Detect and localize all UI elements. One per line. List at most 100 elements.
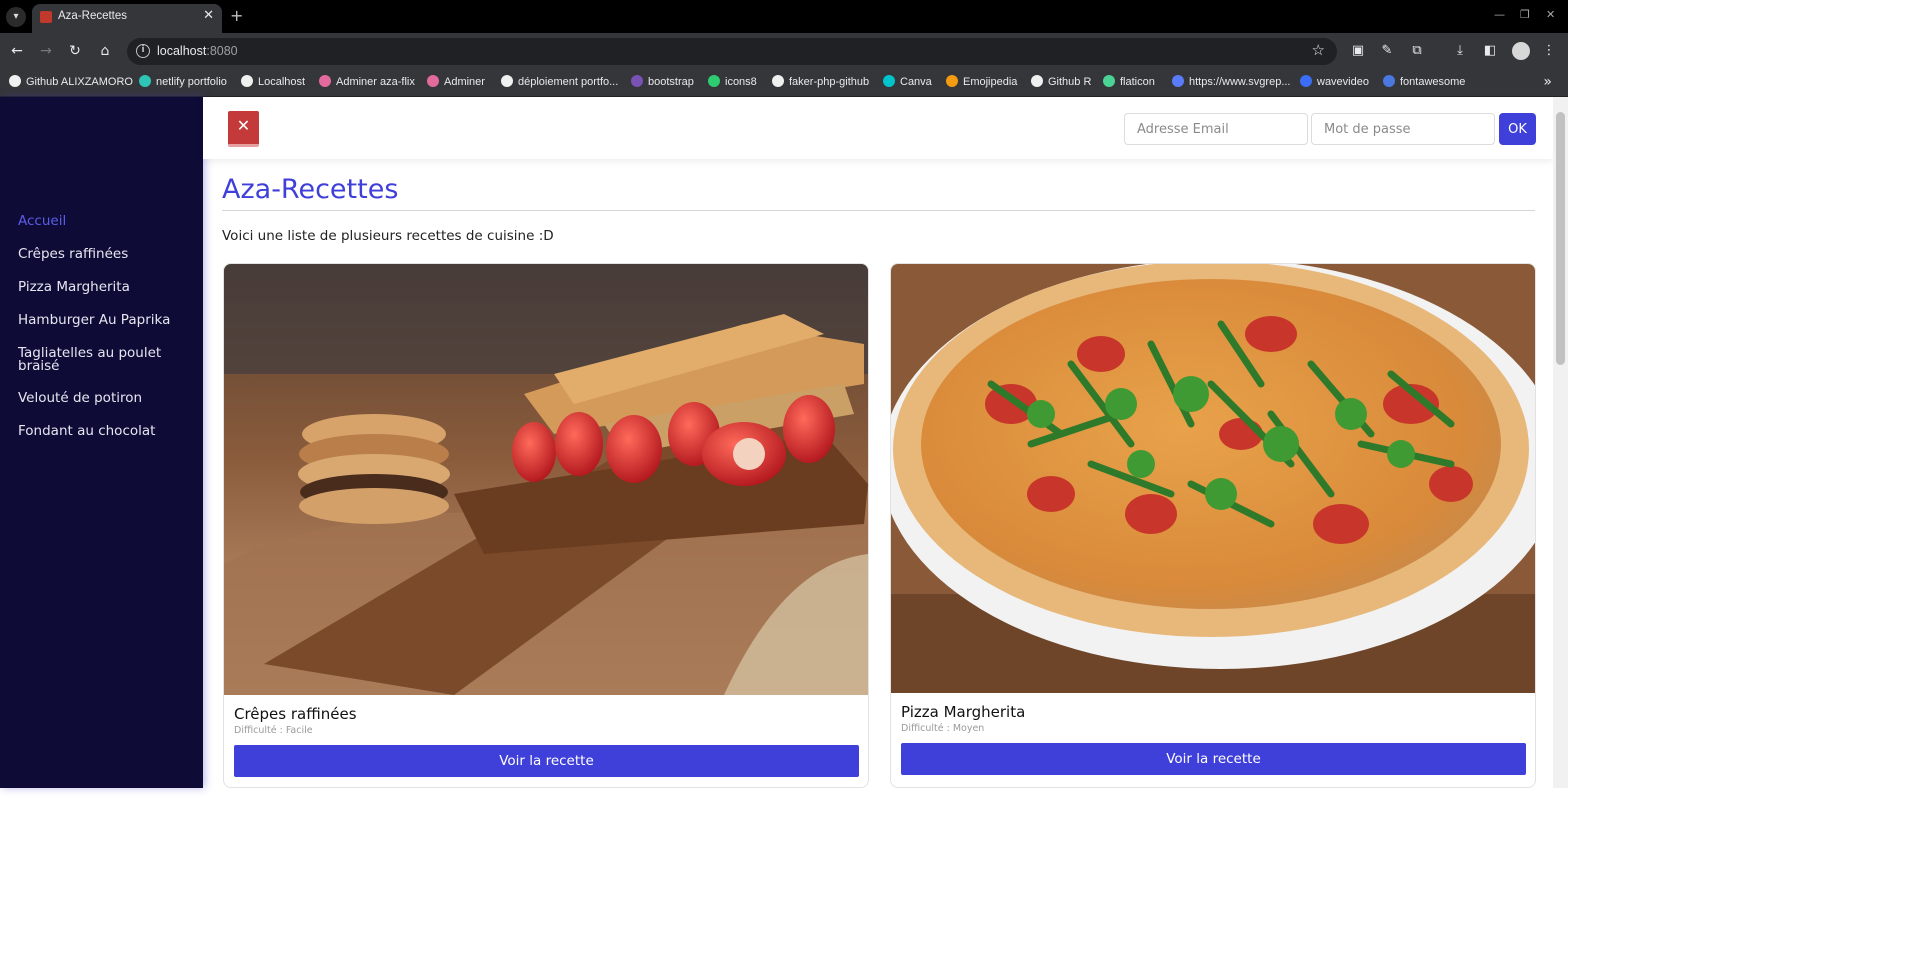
bookmark-item[interactable]: Canva bbox=[883, 75, 932, 91]
bookmark-favicon-icon bbox=[631, 75, 643, 87]
page-scrollbar[interactable] bbox=[1553, 97, 1568, 788]
bookmark-item[interactable]: https://www.svgrep... bbox=[1172, 75, 1290, 91]
page-title: Aza-Recettes bbox=[222, 174, 399, 205]
bookmark-label: faker-php-github bbox=[789, 76, 870, 88]
minimize-icon[interactable]: — bbox=[1494, 8, 1505, 21]
eyedropper-icon[interactable]: ✎ bbox=[1378, 42, 1396, 60]
bookmark-item[interactable]: Github R bbox=[1031, 75, 1091, 91]
bookmark-label: Localhost bbox=[258, 76, 306, 88]
bookmark-favicon-icon bbox=[883, 75, 895, 87]
url-port: :8080 bbox=[206, 44, 238, 58]
recipe-book-logo-icon[interactable]: ✕ bbox=[228, 111, 259, 147]
bookmark-label: bootstrap bbox=[648, 76, 694, 88]
bookmark-label: déploiement portfo... bbox=[518, 76, 619, 88]
sidebar-item-crepes[interactable]: Crêpes raffinées bbox=[18, 247, 193, 261]
scrollbar-thumb[interactable] bbox=[1556, 112, 1565, 365]
bookmark-favicon-icon bbox=[139, 75, 151, 87]
profile-avatar[interactable] bbox=[1512, 42, 1530, 60]
bookmark-label: icons8 bbox=[725, 76, 757, 88]
window-close-icon[interactable]: ✕ bbox=[1546, 8, 1555, 21]
bookmark-label: https://www.svgrep... bbox=[1189, 76, 1291, 88]
title-divider bbox=[222, 210, 1535, 211]
bookmark-label: Adminer aza-flix bbox=[336, 76, 415, 88]
bookmark-item[interactable]: flaticon bbox=[1103, 75, 1155, 91]
bookmark-label: Canva bbox=[900, 76, 932, 88]
tab-title: Aza-Recettes bbox=[58, 10, 128, 22]
sidebar-item-tagliatelles[interactable]: Tagliatelles au poulet braisé bbox=[18, 346, 193, 373]
browser-toolbar: ← → ↻ ⌂ i localhost:8080 ☆ ▣ ✎ ⧉ ⤓ ◧ ⋮ bbox=[0, 33, 1568, 70]
email-input[interactable] bbox=[1124, 113, 1308, 145]
back-icon[interactable]: ← bbox=[7, 41, 27, 61]
bookmark-favicon-icon bbox=[501, 75, 513, 87]
address-url: localhost:8080 bbox=[157, 44, 238, 58]
recipe-difficulty: Difficulté : Facile bbox=[234, 725, 313, 736]
side-panel-icon[interactable]: ◧ bbox=[1481, 42, 1499, 60]
bookmarks-overflow-icon[interactable]: » bbox=[1543, 74, 1552, 90]
browser-tab-bar: ▾ Aza-Recettes ✕ + — ❐ ✕ bbox=[0, 0, 1568, 33]
browser-tab[interactable]: Aza-Recettes ✕ bbox=[32, 4, 222, 33]
recipe-name: Pizza Margherita bbox=[901, 703, 1026, 721]
sidebar-item-fondant[interactable]: Fondant au chocolat bbox=[18, 424, 193, 438]
bookmark-label: Github R bbox=[1048, 76, 1092, 88]
bookmark-item[interactable]: netlify portfolio bbox=[139, 75, 227, 91]
bookmark-label: Github ALIXZAMORO bbox=[26, 76, 133, 88]
login-submit-button[interactable]: OK bbox=[1499, 113, 1536, 145]
bookmark-favicon-icon bbox=[1031, 75, 1043, 87]
restore-icon[interactable]: ❐ bbox=[1520, 8, 1530, 21]
bookmark-item[interactable]: fontawesome bbox=[1383, 75, 1465, 91]
bookmark-item[interactable]: Localhost bbox=[241, 75, 305, 91]
site-info-icon[interactable]: i bbox=[136, 44, 150, 58]
bookmark-item[interactable]: déploiement portfo... bbox=[501, 75, 618, 91]
sidebar-item-veloute[interactable]: Velouté de potiron bbox=[18, 391, 193, 405]
bookmark-item[interactable]: Adminer bbox=[427, 75, 485, 91]
menu-kebab-icon[interactable]: ⋮ bbox=[1540, 42, 1558, 60]
bookmark-item[interactable]: icons8 bbox=[708, 75, 757, 91]
bookmarks-bar: Github ALIXZAMORO netlify portfolio Localh… bbox=[0, 70, 1568, 97]
bookmark-label: fontawesome bbox=[1400, 76, 1466, 88]
tab-close-icon[interactable]: ✕ bbox=[203, 8, 214, 23]
puzzle-icon[interactable]: ⧉ bbox=[1408, 42, 1426, 60]
bookmark-favicon-icon bbox=[1383, 75, 1395, 87]
extension-icon[interactable]: ▣ bbox=[1349, 42, 1367, 60]
bookmark-favicon-icon bbox=[1300, 75, 1312, 87]
recipe-card: Crêpes raffinées Difficulté : Facile Voi… bbox=[223, 263, 869, 788]
sidebar-item-hamburger[interactable]: Hamburger Au Paprika bbox=[18, 313, 193, 327]
bookmark-item[interactable]: bootstrap bbox=[631, 75, 694, 91]
tab-search-button[interactable]: ▾ bbox=[6, 7, 26, 27]
view-recipe-button[interactable]: Voir la recette bbox=[234, 745, 859, 777]
view-recipe-button[interactable]: Voir la recette bbox=[901, 743, 1526, 775]
bookmark-favicon-icon bbox=[708, 75, 720, 87]
bookmark-favicon-icon bbox=[241, 75, 253, 87]
bookmark-label: wavevideo bbox=[1317, 76, 1369, 88]
sidebar-item-accueil[interactable]: Accueil bbox=[18, 214, 193, 228]
address-bar[interactable]: i localhost:8080 ☆ bbox=[127, 38, 1337, 65]
bookmark-item[interactable]: faker-php-github bbox=[772, 75, 869, 91]
sidebar-nav: Accueil Crêpes raffinées Pizza Margherit… bbox=[0, 97, 203, 788]
bookmark-item[interactable]: Emojipedia bbox=[946, 75, 1017, 91]
bookmark-favicon-icon bbox=[319, 75, 331, 87]
bookmark-favicon-icon bbox=[9, 75, 21, 87]
bookmark-item[interactable]: wavevideo bbox=[1300, 75, 1369, 91]
recipe-difficulty: Difficulté : Moyen bbox=[901, 723, 985, 734]
forward-icon[interactable]: → bbox=[36, 41, 56, 61]
tab-favicon-icon bbox=[40, 11, 52, 23]
sidebar-item-pizza[interactable]: Pizza Margherita bbox=[18, 280, 193, 294]
recipe-card: Pizza Margherita Difficulté : Moyen Voir… bbox=[890, 263, 1536, 788]
site-header: ✕ OK bbox=[203, 97, 1553, 159]
bookmark-item[interactable]: Github ALIXZAMORO bbox=[9, 75, 133, 91]
recipe-name: Crêpes raffinées bbox=[234, 705, 357, 723]
new-tab-icon[interactable]: + bbox=[230, 6, 243, 25]
bookmark-item[interactable]: Adminer aza-flix bbox=[319, 75, 415, 91]
home-icon[interactable]: ⌂ bbox=[95, 41, 115, 61]
download-icon[interactable]: ⤓ bbox=[1451, 42, 1469, 60]
password-input[interactable] bbox=[1311, 113, 1495, 145]
reload-icon[interactable]: ↻ bbox=[65, 41, 85, 61]
bookmark-favicon-icon bbox=[1172, 75, 1184, 87]
bookmark-favicon-icon bbox=[1103, 75, 1115, 87]
bookmark-star-icon[interactable]: ☆ bbox=[1312, 41, 1325, 59]
url-host: localhost bbox=[157, 44, 207, 58]
intro-text: Voici une liste de plusieurs recettes de… bbox=[222, 228, 554, 244]
bookmark-favicon-icon bbox=[772, 75, 784, 87]
bookmark-label: netlify portfolio bbox=[156, 76, 227, 88]
fork-spoon-icon: ✕ bbox=[236, 116, 251, 135]
